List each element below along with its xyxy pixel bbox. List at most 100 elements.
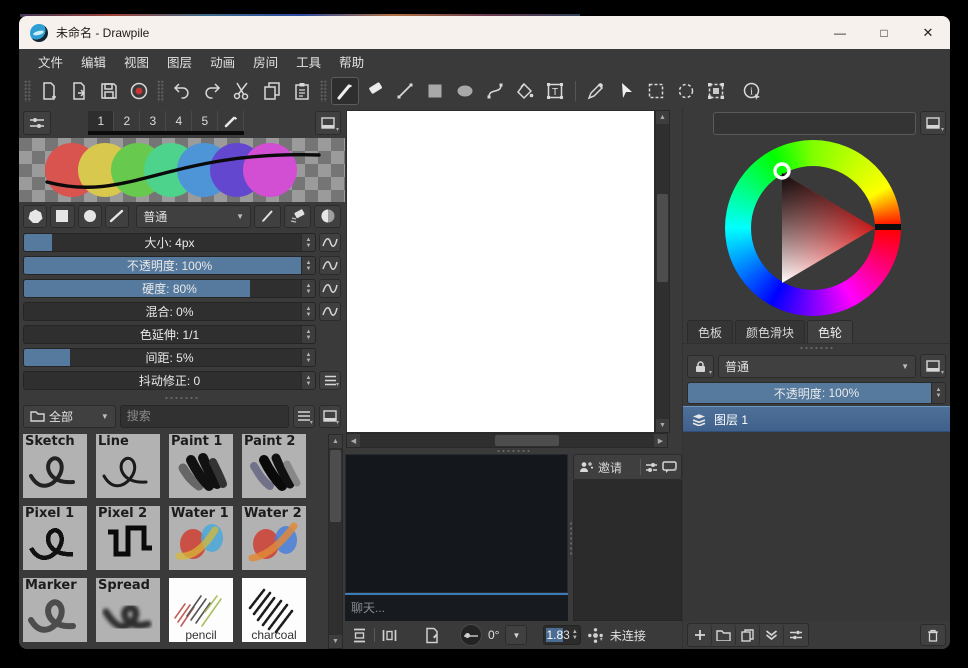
brush-slider-2[interactable]: 硬度: 80%▲▼ bbox=[23, 279, 316, 298]
maximize-button[interactable]: □ bbox=[862, 16, 906, 49]
menu-item-3[interactable]: 图层 bbox=[158, 49, 201, 74]
color-tab-1[interactable]: 颜色滑块 bbox=[735, 320, 805, 343]
menu-item-5[interactable]: 房间 bbox=[244, 49, 287, 74]
brush-slot-2[interactable]: 2 bbox=[114, 111, 140, 131]
dock-splitter[interactable] bbox=[683, 344, 950, 352]
scroll-down-icon[interactable]: ▼ bbox=[656, 419, 669, 432]
undo-tool-button[interactable] bbox=[168, 77, 196, 105]
color-picker-tool-button[interactable] bbox=[582, 77, 610, 105]
brush-preset-line[interactable]: Line bbox=[96, 434, 160, 498]
layer-opacity-slider[interactable]: 不透明度: 100% ▲▼ bbox=[687, 382, 946, 404]
brush-preset-pencil[interactable]: pencil bbox=[169, 578, 233, 642]
pressure-curve-button[interactable] bbox=[319, 256, 341, 275]
preset-menu-icon[interactable]: ▾ bbox=[293, 405, 315, 428]
chat-message-area[interactable] bbox=[345, 454, 568, 593]
record-tool-button[interactable] bbox=[125, 77, 153, 105]
brush-preset-paint-1[interactable]: Paint 1 bbox=[169, 434, 233, 498]
color-tab-2[interactable]: 色轮 bbox=[807, 320, 853, 343]
rotation-dial[interactable] bbox=[460, 624, 482, 646]
layer-row[interactable]: 图层 1 bbox=[683, 406, 950, 432]
new-file-tool-button[interactable] bbox=[35, 77, 63, 105]
merge-layer-button[interactable] bbox=[760, 624, 784, 646]
smudge-mode-icon[interactable] bbox=[314, 205, 341, 228]
brush-slot-1[interactable]: 1 bbox=[88, 111, 114, 131]
color-dock-float-button[interactable]: ▾ bbox=[920, 111, 946, 135]
dock-splitter[interactable] bbox=[19, 394, 345, 402]
preset-dock-float-button[interactable]: ▾ bbox=[319, 405, 341, 428]
square-brush-shape-icon[interactable] bbox=[50, 205, 74, 228]
color-name-input[interactable] bbox=[713, 112, 916, 135]
zoom-spinbox[interactable]: 1.83 ▲▼ bbox=[543, 625, 580, 645]
scroll-left-icon[interactable]: ◀ bbox=[347, 434, 360, 447]
menu-item-1[interactable]: 编辑 bbox=[72, 49, 115, 74]
line-tool-button[interactable] bbox=[391, 77, 419, 105]
brush-slider-6[interactable]: 抖动修正: 0▲▼ bbox=[23, 371, 316, 390]
inspect-tool-button[interactable]: i bbox=[738, 77, 766, 105]
open-file-tool-button[interactable] bbox=[65, 77, 93, 105]
close-button[interactable]: ✕ bbox=[906, 16, 950, 49]
slider-spinner[interactable]: ▲▼ bbox=[301, 372, 315, 389]
brush-tool-button[interactable] bbox=[331, 77, 359, 105]
text-tool-button[interactable]: T bbox=[541, 77, 569, 105]
brush-slot-5[interactable]: 5 bbox=[192, 111, 218, 131]
brush-preset-pixel-1[interactable]: Pixel 1 bbox=[23, 506, 87, 570]
brush-slider-1[interactable]: 不透明度: 100%▲▼ bbox=[23, 256, 316, 275]
layer-blend-mode-dropdown[interactable]: 普通 ▼ bbox=[718, 355, 916, 378]
rectangle-tool-button[interactable] bbox=[421, 77, 449, 105]
brush-blend-mode-dropdown[interactable]: 普通 ▼ bbox=[136, 205, 251, 228]
erase-mode-icon[interactable] bbox=[284, 205, 311, 228]
lasso-select-tool-button[interactable] bbox=[672, 77, 700, 105]
mirror-canvas-icon[interactable] bbox=[381, 627, 398, 644]
brush-slider-4[interactable]: 色延伸: 1/1▲▼ bbox=[23, 325, 316, 344]
copy-tool-button[interactable] bbox=[258, 77, 286, 105]
menu-item-7[interactable]: 帮助 bbox=[330, 49, 373, 74]
menu-item-4[interactable]: 动画 bbox=[201, 49, 244, 74]
scroll-down-icon[interactable]: ▼ bbox=[329, 635, 342, 648]
stabilizer-menu-button[interactable]: ▾ bbox=[319, 371, 341, 390]
session-settings-icon[interactable] bbox=[644, 461, 659, 474]
save-tool-button[interactable] bbox=[95, 77, 123, 105]
invite-button[interactable]: 邀请 bbox=[577, 459, 624, 476]
add-layer-button[interactable] bbox=[688, 624, 712, 646]
pressure-curve-button[interactable] bbox=[319, 279, 341, 298]
slider-spinner[interactable]: ▲▼ bbox=[301, 280, 315, 297]
brush-settings-icon[interactable] bbox=[23, 111, 51, 135]
brush-preset-water-1[interactable]: Water 1 bbox=[169, 506, 233, 570]
fill-tool-button[interactable] bbox=[511, 77, 539, 105]
brush-slider-3[interactable]: 混合: 0%▲▼ bbox=[23, 302, 316, 321]
scrollbar-thumb[interactable] bbox=[495, 435, 559, 446]
chat-input[interactable] bbox=[345, 601, 568, 615]
slider-spinner[interactable]: ▲▼ bbox=[301, 303, 315, 320]
paste-tool-button[interactable] bbox=[288, 77, 316, 105]
preset-scrollbar[interactable]: ▲ ▼ bbox=[328, 434, 343, 649]
toolbar-grip[interactable] bbox=[157, 80, 164, 102]
brush-slider-0[interactable]: 大小: 4px▲▼ bbox=[23, 233, 316, 252]
canvas[interactable] bbox=[346, 110, 655, 433]
slider-spinner[interactable]: ▲▼ bbox=[301, 234, 315, 251]
chat-options-icon[interactable]: ▾ bbox=[662, 461, 678, 474]
eraser-tool-button[interactable] bbox=[361, 77, 389, 105]
minimize-button[interactable]: — bbox=[818, 16, 862, 49]
opacity-spinner[interactable]: ▲▼ bbox=[931, 383, 945, 403]
scroll-up-icon[interactable]: ▲ bbox=[656, 111, 669, 124]
duplicate-layer-button[interactable] bbox=[736, 624, 760, 646]
brush-preset-water-2[interactable]: Water 2 bbox=[242, 506, 306, 570]
canvas-background-icon[interactable] bbox=[424, 627, 440, 644]
eraser-slot-tab[interactable] bbox=[218, 111, 244, 131]
cut-tool-button[interactable] bbox=[228, 77, 256, 105]
pressure-curve-button[interactable] bbox=[319, 302, 341, 321]
preset-folder-dropdown[interactable]: 全部 ▼ bbox=[23, 405, 116, 428]
layer-properties-button[interactable] bbox=[784, 624, 808, 646]
color-tab-0[interactable]: 色板 bbox=[687, 320, 733, 343]
user-list[interactable] bbox=[573, 480, 682, 621]
brush-preset-paint-2[interactable]: Paint 2 bbox=[242, 434, 306, 498]
scroll-right-icon[interactable]: ▶ bbox=[654, 434, 667, 447]
menu-item-2[interactable]: 视图 bbox=[115, 49, 158, 74]
scrollbar-thumb[interactable] bbox=[657, 194, 668, 282]
preset-search-input[interactable] bbox=[120, 405, 289, 428]
zoom-spinner[interactable]: ▲▼ bbox=[572, 629, 578, 641]
pressure-curve-button[interactable] bbox=[319, 233, 341, 252]
layer-lock-icon[interactable]: ▾ bbox=[687, 355, 714, 378]
brush-slot-4[interactable]: 4 bbox=[166, 111, 192, 131]
selection-tool-button[interactable] bbox=[612, 77, 640, 105]
